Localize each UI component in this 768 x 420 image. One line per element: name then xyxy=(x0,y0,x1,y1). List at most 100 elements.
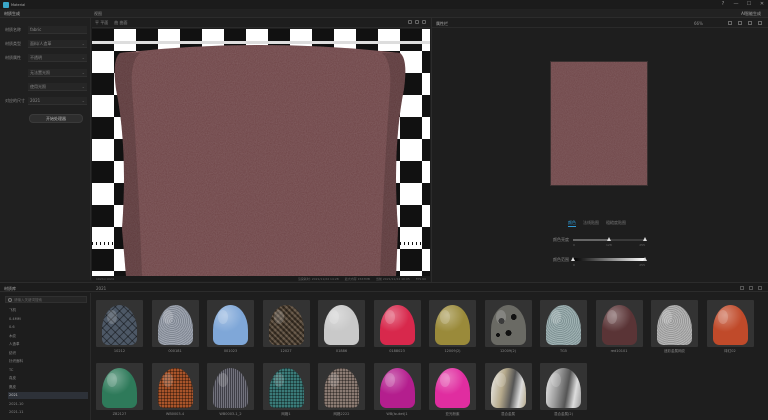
status-fps: FPS 60 xyxy=(415,276,426,281)
range-gradient-track[interactable] xyxy=(571,257,647,261)
maximize-button[interactable]: ☐ xyxy=(746,1,752,7)
zoom-level[interactable]: 66% xyxy=(694,21,703,26)
thumbnail-tile xyxy=(706,300,754,347)
grid-view-icon[interactable] xyxy=(740,286,744,290)
material-swatch xyxy=(268,305,304,345)
material-thumbnail[interactable]: ZB2127 xyxy=(96,363,143,420)
help-icon[interactable]: ? xyxy=(720,1,726,7)
ai-generate-button[interactable]: AI智能生成 xyxy=(738,10,764,18)
material-thumbnail[interactable]: 12009(2) xyxy=(429,300,476,359)
fullscreen-icon[interactable] xyxy=(422,20,426,24)
material-thumbnail[interactable]: 0188023 xyxy=(373,300,421,359)
tick-max: 255 xyxy=(639,243,645,247)
size-select[interactable]: 2021 ⌄ xyxy=(28,96,87,105)
range-max-handle[interactable] xyxy=(643,257,647,261)
chevron-down-icon: ⌄ xyxy=(81,97,85,103)
thumbnail-tile xyxy=(151,300,199,347)
material-swatch xyxy=(657,305,692,345)
lighting-mode-select[interactable]: 使用光照 ⌄ xyxy=(28,82,87,91)
minimize-button[interactable]: — xyxy=(733,1,739,7)
copy-icon[interactable] xyxy=(738,21,742,25)
grid-icon[interactable] xyxy=(408,20,412,24)
lighting-select[interactable]: 无法置光照 ⌄ xyxy=(28,68,87,77)
refresh-icon[interactable] xyxy=(758,286,762,290)
library-search-input[interactable]: 请输入关键词搜索 xyxy=(5,296,87,303)
material-thumbnail[interactable]: 混合金属 xyxy=(484,363,532,420)
panel-divider[interactable] xyxy=(431,18,432,282)
material-thumbnail[interactable]: 01886 xyxy=(318,300,365,359)
field-material-type: 材质类型 面料/人造革 ⌄ xyxy=(5,39,87,48)
material-swatch xyxy=(268,368,304,408)
close-button[interactable]: ✕ xyxy=(759,1,765,7)
material-thumbnail[interactable]: 砖红02 xyxy=(706,300,754,359)
tree-item[interactable]: 2021.11 xyxy=(8,409,88,416)
start-process-button[interactable]: 开始处理器 xyxy=(29,114,83,123)
material-thumbnail[interactable]: 网格2222 xyxy=(318,363,365,420)
settings-icon[interactable] xyxy=(758,21,762,25)
material-thumbnail[interactable]: 12009(2) xyxy=(484,300,532,359)
field-material-name: 材质名称 fabric xyxy=(5,25,87,34)
settings-icon[interactable] xyxy=(415,20,419,24)
tree-item[interactable]: 纺织 xyxy=(8,350,88,357)
brightness-fill xyxy=(573,239,609,241)
thumbnail-tile xyxy=(207,300,254,347)
brightness-track[interactable] xyxy=(573,237,647,241)
tree-item[interactable]: 针织面料 xyxy=(8,358,88,365)
material-name: TG5 xyxy=(559,349,568,353)
tree-item[interactable]: 真皮 xyxy=(8,375,88,382)
fit-icon[interactable] xyxy=(728,21,732,25)
tab-view[interactable]: 视图 xyxy=(94,11,102,17)
tree-item[interactable]: 2021.10 xyxy=(8,401,88,408)
material-name: WB0003-4 xyxy=(165,412,185,416)
material-thumbnail[interactable]: 网格1 xyxy=(262,363,310,420)
material-type-select[interactable]: 面料/人造革 ⌄ xyxy=(28,39,87,48)
range-min-handle[interactable] xyxy=(571,257,575,261)
tab-color[interactable]: 颜色 xyxy=(568,220,576,227)
tree-item[interactable]: 0.6 xyxy=(8,324,88,331)
thumbnail-tile xyxy=(373,363,421,410)
tab-roughness-map[interactable]: 粗糙度贴图 xyxy=(606,220,626,227)
field-value: fabric xyxy=(30,26,42,32)
material-swatch xyxy=(324,305,359,345)
material-thumbnail[interactable]: 000181 xyxy=(151,300,199,359)
material-name: 000181 xyxy=(168,349,182,353)
tree-item[interactable]: 0.4MM xyxy=(8,316,88,323)
brightness-handle[interactable] xyxy=(607,237,611,241)
tree-item[interactable]: 飞机 xyxy=(8,307,88,314)
tree-item[interactable]: TC xyxy=(8,367,88,374)
material-thumbnail[interactable]: 001023 xyxy=(207,300,254,359)
material-thumbnail[interactable]: WB0003-4 xyxy=(151,363,199,420)
field-value: 面料/人造革 xyxy=(30,40,52,46)
list-view-icon[interactable] xyxy=(749,286,753,290)
material-name: 混合金属(2) xyxy=(554,412,573,416)
material-attr-select[interactable]: 不透明 ⌄ xyxy=(28,53,87,62)
field-material-attr: 材质属性 不透明 ⌄ xyxy=(5,53,87,62)
thumbnail-tile xyxy=(96,300,143,347)
material-thumbnail[interactable]: 亚光粉紫 xyxy=(429,363,476,420)
tree-item[interactable]: 2021 xyxy=(8,392,88,399)
brightness-max-handle[interactable] xyxy=(643,237,647,241)
export-icon[interactable] xyxy=(748,21,752,25)
material-thumbnail[interactable]: TG5 xyxy=(540,300,587,359)
library-title: 材质库 xyxy=(4,286,16,291)
material-viewport[interactable] xyxy=(92,29,430,276)
material-thumbnail[interactable]: 混合金属(2) xyxy=(540,363,587,420)
material-thumbnail[interactable]: WB(lsuket)1 xyxy=(373,363,421,420)
tab-normal-map[interactable]: 法线贴图 xyxy=(583,220,599,227)
tree-item[interactable]: 人造革 xyxy=(8,341,88,348)
material-name-input[interactable]: fabric xyxy=(28,25,87,34)
material-thumbnail[interactable]: 12027 xyxy=(262,300,310,359)
tree-item[interactable]: 木纹 xyxy=(8,333,88,340)
material-thumbnail[interactable]: 10212 xyxy=(96,300,143,359)
material-thumbnail[interactable]: red10101 xyxy=(595,300,643,359)
material-grid: 10212 000181 001023 12027 01886 0188023 12009(… xyxy=(96,300,764,420)
thumbnail-tile xyxy=(318,300,365,347)
material-swatch xyxy=(546,368,581,408)
material-thumbnail[interactable]: 迷彩金属网纹 xyxy=(651,300,698,359)
view-mode-curved[interactable]: 曲 曲面 xyxy=(114,20,127,26)
tree-item[interactable]: 麂皮 xyxy=(8,384,88,391)
top-ruler xyxy=(92,41,430,44)
field-label: 材质属性 xyxy=(5,54,21,60)
view-mode-flat[interactable]: 平 平面 xyxy=(95,20,108,26)
material-thumbnail[interactable]: WB0003-1_2 xyxy=(207,363,254,420)
